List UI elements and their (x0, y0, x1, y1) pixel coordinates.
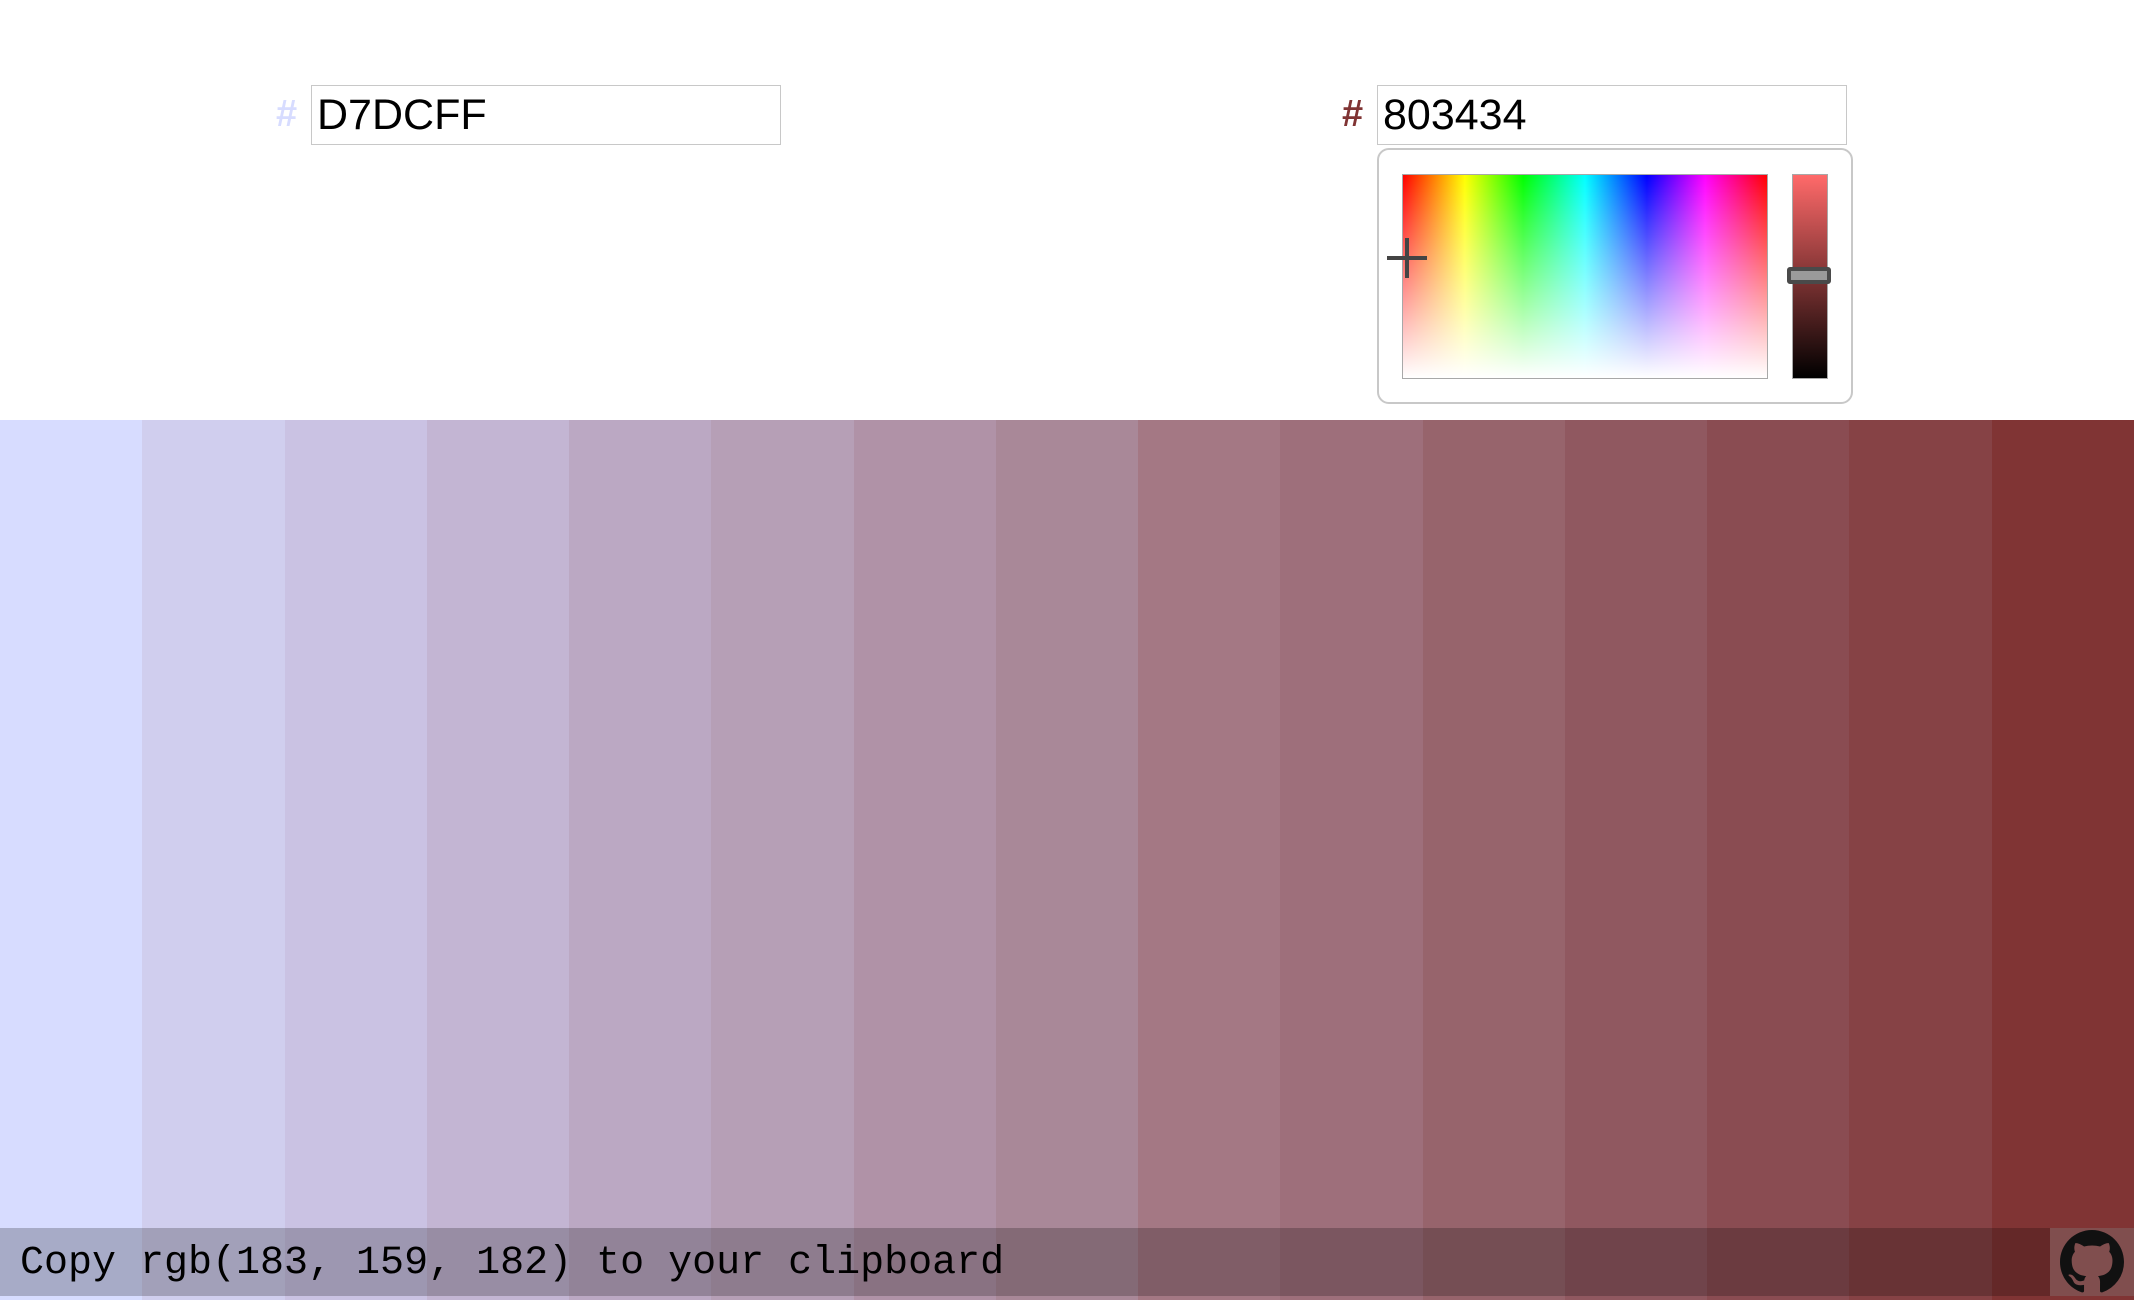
gradient-swatch-strip (0, 420, 2134, 1300)
copy-clipboard-bar[interactable]: Copy rgb(183, 159, 182) to your clipboar… (0, 1228, 2134, 1296)
github-icon (2060, 1230, 2124, 1293)
page: # # Copy rgb(183, 159, 182) to your clip… (0, 0, 2134, 1300)
color-swatch[interactable] (1138, 420, 1281, 1300)
github-link[interactable] (2050, 1228, 2134, 1296)
color-swatch[interactable] (569, 420, 712, 1300)
color-swatch[interactable] (1564, 420, 1708, 1300)
copy-clipboard-text[interactable]: Copy rgb(183, 159, 182) to your clipboar… (20, 1241, 1004, 1286)
color-swatch[interactable] (1422, 420, 1565, 1300)
color-swatch[interactable] (426, 420, 570, 1300)
color-swatch[interactable] (0, 420, 143, 1300)
color-swatch[interactable] (711, 420, 854, 1300)
color-swatch[interactable] (142, 420, 285, 1300)
color-swatch[interactable] (1991, 420, 2134, 1300)
color-swatch[interactable] (1849, 420, 1992, 1300)
color-picker-popup (1377, 148, 1853, 404)
brightness-slider[interactable] (1787, 174, 1831, 379)
end-color-hex-input[interactable] (1377, 85, 1847, 145)
color-swatch[interactable] (1280, 420, 1423, 1300)
color-swatch[interactable] (284, 420, 427, 1300)
crosshair-cursor-icon[interactable] (1387, 238, 1427, 278)
hue-saturation-spectrum[interactable] (1387, 174, 1768, 379)
brightness-slider-handle[interactable] (1787, 267, 1831, 284)
color-swatch[interactable] (1707, 420, 1850, 1300)
color-swatch[interactable] (995, 420, 1139, 1300)
start-color-hash-label: # (276, 93, 298, 135)
start-color-hex-input[interactable] (311, 85, 781, 145)
color-swatch[interactable] (853, 420, 996, 1300)
end-color-hash-label: # (1342, 93, 1364, 135)
